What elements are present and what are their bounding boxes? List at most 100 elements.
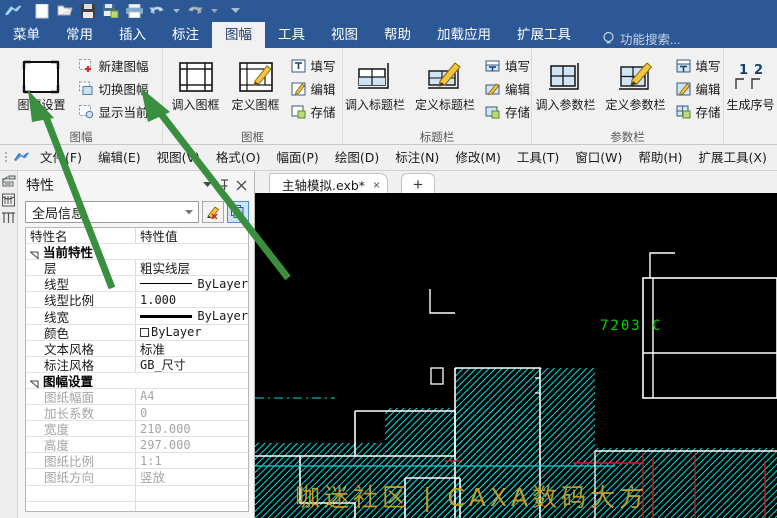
- ribbon-tab-extend-tools[interactable]: 扩展工具: [504, 22, 584, 48]
- ribbon-tab-load-app[interactable]: 加载应用: [424, 22, 504, 48]
- ribbon-tab-menu[interactable]: 菜单: [0, 22, 53, 48]
- menu-item-annotation[interactable]: 标注(N): [387, 145, 447, 171]
- property-row-linetype[interactable]: 线型 ByLayer: [26, 276, 248, 292]
- menu-item-tools[interactable]: 工具(T): [509, 145, 567, 171]
- properties-section-current[interactable]: 当前特性: [26, 244, 248, 260]
- quick-access-toolbar: [0, 0, 777, 22]
- app-menu-icon[interactable]: [10, 149, 32, 167]
- show-current-button[interactable]: 显示当前: [75, 101, 150, 122]
- redo-icon[interactable]: [185, 2, 205, 20]
- property-row-orientation[interactable]: 图纸方向 竖放: [26, 469, 248, 485]
- menu-grip-icon[interactable]: [2, 150, 10, 166]
- define-titlebar-icon: [423, 55, 467, 99]
- properties-section-frame-settings[interactable]: 图幅设置: [26, 373, 248, 389]
- layer-dock-icon[interactable]: [1, 193, 16, 210]
- menu-item-modify[interactable]: 修改(M): [447, 145, 509, 171]
- generate-balloon-button[interactable]: 1 2 生成序号: [727, 52, 775, 112]
- ribbon-tab-help[interactable]: 帮助: [371, 22, 424, 48]
- property-row-paper-size[interactable]: 图纸幅面 A4: [26, 389, 248, 405]
- titlebar-edit-button[interactable]: 编辑: [482, 78, 532, 99]
- undo-icon[interactable]: [147, 2, 167, 20]
- chevron-down-icon[interactable]: [182, 208, 196, 217]
- customize-qat-icon[interactable]: [229, 3, 241, 19]
- properties-scope-combobox[interactable]: 全局信息: [25, 201, 199, 223]
- menu-item-extend-tools[interactable]: 扩展工具(X): [691, 145, 775, 171]
- property-row-layer[interactable]: 层 粗实线层: [26, 260, 248, 276]
- parambar-small-buttons: 填写 编辑 存储: [673, 52, 723, 122]
- property-row-scale[interactable]: 图纸比例 1:1: [26, 453, 248, 469]
- menu-item-file[interactable]: 文件(F): [32, 145, 90, 171]
- ribbon-tab-insert[interactable]: 插入: [106, 22, 159, 48]
- panel-close-icon[interactable]: [233, 177, 250, 194]
- document-tab[interactable]: 主轴模拟.exb* ×: [269, 173, 388, 195]
- save-as-icon[interactable]: [101, 2, 121, 20]
- panel-pin-icon[interactable]: [216, 177, 233, 194]
- quick-select-button[interactable]: [227, 201, 249, 223]
- ribbon-tab-view[interactable]: 视图: [318, 22, 371, 48]
- param-edit-button[interactable]: 编辑: [673, 78, 723, 99]
- expand-triangle-icon[interactable]: [30, 376, 39, 385]
- ribbon-tab-drawing-frame[interactable]: 图幅: [212, 22, 265, 48]
- properties-grid[interactable]: 特性名 特性值 当前特性 层 粗实线层 线型: [25, 227, 249, 512]
- menu-item-format[interactable]: 格式(O): [208, 145, 269, 171]
- define-titlebar-button[interactable]: 定义标题栏: [412, 52, 478, 112]
- print-icon[interactable]: [124, 2, 144, 20]
- param-fill-button[interactable]: 填写: [673, 55, 723, 76]
- property-value: A4: [140, 389, 154, 403]
- property-row-linetype-scale[interactable]: 线型比例 1.000: [26, 292, 248, 308]
- fill-text-icon: [484, 58, 501, 74]
- cad-drawing-canvas[interactable]: 7203 C 咖迷社区 | CAXA数码大方: [255, 193, 777, 518]
- close-icon[interactable]: ×: [371, 178, 382, 192]
- param-store-button[interactable]: 存储: [673, 101, 723, 122]
- property-row-text-style[interactable]: 文本风格 标准: [26, 341, 248, 357]
- new-frame-button[interactable]: 新建图幅: [75, 55, 150, 76]
- property-row-extend-factor[interactable]: 加长系数 0: [26, 405, 248, 421]
- property-name: 宽度: [30, 421, 69, 436]
- store-icon: [675, 104, 692, 120]
- frame-setting-button[interactable]: 图幅设置: [11, 52, 71, 112]
- panel-menu-chevron-icon[interactable]: [199, 177, 216, 194]
- border-edit-button[interactable]: 编辑: [288, 78, 338, 99]
- property-row-color[interactable]: 颜色 ByLayer: [26, 325, 248, 341]
- open-file-icon[interactable]: [55, 2, 75, 20]
- properties-dock-icon[interactable]: [1, 175, 16, 193]
- menu-item-page[interactable]: 幅面(P): [269, 145, 327, 171]
- ribbon-tab-tools[interactable]: 工具: [265, 22, 318, 48]
- border-fill-button[interactable]: 填写: [288, 55, 338, 76]
- titlebar-store-button[interactable]: 存储: [482, 101, 532, 122]
- new-document-tab-button[interactable]: +: [401, 173, 435, 195]
- menu-item-view[interactable]: 视图(V): [149, 145, 208, 171]
- border-store-button[interactable]: 存储: [288, 101, 338, 122]
- save-icon[interactable]: [78, 2, 98, 20]
- property-row-empty: [26, 486, 248, 502]
- menu-item-draw[interactable]: 绘图(D): [327, 145, 387, 171]
- redo-dropdown-icon[interactable]: [208, 3, 220, 19]
- load-titlebar-button[interactable]: 调入标题栏: [342, 52, 408, 112]
- define-param-button[interactable]: 定义参数栏: [603, 52, 669, 112]
- new-file-icon[interactable]: [32, 2, 52, 20]
- linewidth-preview-icon: [140, 315, 192, 318]
- switch-frame-button[interactable]: 切换图幅: [75, 78, 150, 99]
- titlebar-fill-button[interactable]: 填写: [482, 55, 532, 76]
- menu-item-edit[interactable]: 编辑(E): [90, 145, 149, 171]
- property-value: 粗实线层: [140, 260, 190, 275]
- property-name: 线型: [30, 276, 69, 291]
- svg-text:1: 1: [739, 63, 748, 78]
- property-name: 线宽: [30, 308, 69, 323]
- property-row-width[interactable]: 宽度 210.000: [26, 421, 248, 437]
- property-row-linewidth[interactable]: 线宽 ByLayer: [26, 308, 248, 324]
- undo-dropdown-icon[interactable]: [170, 3, 182, 19]
- clear-selection-button[interactable]: [202, 201, 224, 223]
- load-border-button[interactable]: 调入图框: [168, 52, 224, 112]
- ribbon-tab-annotation[interactable]: 标注: [159, 22, 212, 48]
- define-border-button[interactable]: 定义图框: [228, 52, 284, 112]
- table-dock-icon[interactable]: [1, 210, 16, 227]
- load-param-button[interactable]: 调入参数栏: [533, 52, 599, 112]
- feature-search[interactable]: 功能搜索...: [602, 29, 680, 48]
- menu-item-help[interactable]: 帮助(H): [630, 145, 690, 171]
- expand-triangle-icon[interactable]: [30, 247, 39, 256]
- ribbon-tab-common[interactable]: 常用: [53, 22, 106, 48]
- property-row-height[interactable]: 高度 297.000: [26, 437, 248, 453]
- property-row-dim-style[interactable]: 标注风格 GB_尺寸: [26, 357, 248, 373]
- menu-item-window[interactable]: 窗口(W): [567, 145, 630, 171]
